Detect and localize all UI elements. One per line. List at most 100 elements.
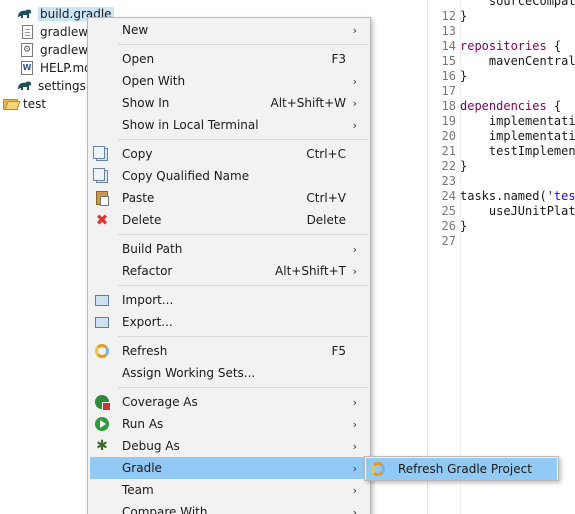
menu-separator xyxy=(118,139,368,140)
gradle-menu-item[interactable]: Gradle › xyxy=(90,457,368,479)
line-number: 26 xyxy=(441,219,456,233)
code-line: 22} xyxy=(436,159,575,174)
code-editor[interactable]: sourceCompati 12} 13 14 repositories {15 mav… xyxy=(436,0,575,249)
code-line: 19 implementatio xyxy=(436,114,575,129)
export-menu-item[interactable]: Export... xyxy=(90,311,368,333)
menu-item-label: Paste xyxy=(122,191,155,205)
code-text: } xyxy=(460,219,468,233)
refresh-icon xyxy=(94,343,110,359)
submenu-arrow-icon: › xyxy=(352,118,357,132)
run-as-menu-item[interactable]: Run As › xyxy=(90,413,368,435)
submenu-arrow-icon: › xyxy=(352,461,357,475)
tree-item-label: gradlew xyxy=(40,25,89,39)
gradle-file-icon xyxy=(17,78,33,94)
paste-menu-item[interactable]: Paste Ctrl+V xyxy=(90,187,368,209)
line-number: 12 xyxy=(441,9,456,23)
menu-item-label: New xyxy=(122,23,149,37)
menu-item-label: Import... xyxy=(122,293,174,307)
menu-item-label: Show in Local Terminal xyxy=(122,118,259,132)
markdown-file-icon: W xyxy=(19,60,35,76)
menu-item-label: Refactor xyxy=(122,264,173,278)
code-line: 14 repositories { xyxy=(436,39,575,54)
tree-item-settings-gradle[interactable]: settings.g xyxy=(17,77,97,95)
delete-menu-item[interactable]: ✖ Delete Delete xyxy=(90,209,368,231)
copy-qualified-name-menu-item[interactable]: Copy Qualified Name xyxy=(90,165,368,187)
code-line: 26} xyxy=(436,219,575,234)
menu-item-label: Delete xyxy=(122,213,162,227)
menu-item-label: Gradle xyxy=(122,461,162,475)
new-menu-item[interactable]: New › xyxy=(90,19,368,41)
show-in-local-terminal-menu-item[interactable]: Show in Local Terminal › xyxy=(90,114,368,136)
tree-item-label: test xyxy=(23,97,47,111)
menu-separator xyxy=(118,234,368,235)
import-menu-item[interactable]: Import... xyxy=(90,289,368,311)
tree-item-help-md[interactable]: W HELP.md xyxy=(19,59,92,77)
code-text: } xyxy=(460,69,468,83)
open-menu-item[interactable]: Open F3 xyxy=(90,48,368,70)
code-text: dependencies { xyxy=(460,99,562,113)
show-in-menu-item[interactable]: Show In Alt+Shift+W › xyxy=(90,92,368,114)
debug-as-menu-item[interactable]: ✱ Debug As › xyxy=(90,435,368,457)
tree-item-test-folder[interactable]: test xyxy=(2,95,46,113)
line-number: 14 xyxy=(441,39,456,53)
editor-divider xyxy=(427,0,428,514)
refresh-menu-item[interactable]: Refresh F5 xyxy=(90,340,368,362)
paste-icon xyxy=(94,190,110,206)
submenu-arrow-icon: › xyxy=(352,483,357,497)
line-number: 27 xyxy=(441,234,456,248)
line-number: 23 xyxy=(441,174,456,188)
run-icon xyxy=(94,416,110,432)
submenu-arrow-icon: › xyxy=(352,74,357,88)
open-with-menu-item[interactable]: Open With › xyxy=(90,70,368,92)
line-number: 22 xyxy=(441,159,456,173)
text-file-icon xyxy=(19,24,35,40)
menu-item-shortcut: Ctrl+V xyxy=(306,191,346,205)
menu-item-shortcut: F3 xyxy=(331,52,346,66)
line-number: 15 xyxy=(441,54,456,68)
code-line: sourceCompati xyxy=(436,0,575,9)
submenu-arrow-icon: › xyxy=(352,96,357,110)
gradle-file-icon xyxy=(17,6,33,22)
menu-separator xyxy=(118,285,368,286)
menu-item-shortcut: Delete xyxy=(306,213,346,227)
batch-file-icon: ⚙ xyxy=(21,43,33,57)
refactor-menu-item[interactable]: Refactor Alt+Shift+T › xyxy=(90,260,368,282)
refresh-gradle-project-menu-item[interactable]: Refresh Gradle Project xyxy=(366,458,557,480)
menu-item-label: Coverage As xyxy=(122,395,198,409)
build-path-menu-item[interactable]: Build Path › xyxy=(90,238,368,260)
assign-working-sets-menu-item[interactable]: Assign Working Sets... xyxy=(90,362,368,384)
copy-menu-item[interactable]: Copy Ctrl+C xyxy=(90,143,368,165)
code-line: 15 mavenCentral( xyxy=(436,54,575,69)
menu-item-label: Open With xyxy=(122,74,186,88)
code-line: 12} xyxy=(436,9,575,24)
tree-item-gradlew[interactable]: gradlew xyxy=(19,23,88,41)
menu-item-label: Copy xyxy=(122,147,153,161)
code-text: tasks.named('test xyxy=(460,189,575,203)
coverage-as-menu-item[interactable]: Coverage As › xyxy=(90,391,368,413)
menu-separator xyxy=(118,387,368,388)
menu-item-label: Refresh Gradle Project xyxy=(398,462,532,476)
folder-open-icon xyxy=(2,96,18,112)
menu-item-shortcut: Alt+Shift+T xyxy=(275,264,346,278)
code-text: } xyxy=(460,9,468,23)
line-number: 17 xyxy=(441,84,456,98)
tree-item-label: HELP.md xyxy=(40,61,92,75)
menu-item-shortcut: Alt+Shift+W xyxy=(270,96,347,110)
menu-item-label: Debug As xyxy=(122,439,180,453)
menu-item-shortcut: F5 xyxy=(331,344,346,358)
coverage-icon xyxy=(94,394,111,411)
line-number: 20 xyxy=(441,129,456,143)
code-line: 24 tasks.named('test xyxy=(436,189,575,204)
code-line: 27 xyxy=(436,234,575,249)
menu-item-label: Build Path xyxy=(122,242,183,256)
compare-with-menu-item[interactable]: Compare With › xyxy=(90,501,368,514)
line-number: 18 xyxy=(441,99,456,113)
code-text: testImplement xyxy=(460,144,575,158)
export-icon xyxy=(94,314,110,330)
code-line: 13 xyxy=(436,24,575,39)
code-text: implementatio xyxy=(460,114,575,128)
menu-item-shortcut: Ctrl+C xyxy=(306,147,346,161)
team-menu-item[interactable]: Team › xyxy=(90,479,368,501)
menu-separator xyxy=(118,44,368,45)
gradle-submenu: Refresh Gradle Project xyxy=(364,456,559,481)
